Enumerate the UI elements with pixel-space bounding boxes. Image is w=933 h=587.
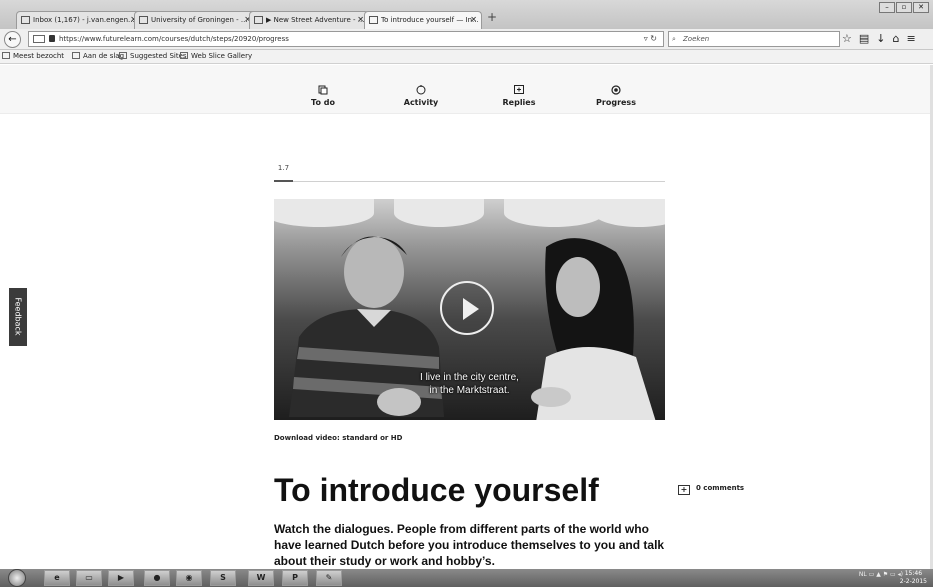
folder-icon — [2, 52, 10, 59]
tab-label: To introduce yourself — In... — [381, 16, 479, 24]
taskbar-clock[interactable]: 15:46 2-2-2015 — [900, 570, 927, 586]
subtitle-line: I live in the city centre, — [420, 372, 519, 383]
firefox-icon[interactable]: ● — [144, 570, 170, 586]
word-icon[interactable]: W — [248, 570, 274, 586]
tab-label: ▶ New Street Adventure - ... — [266, 16, 365, 24]
nav-item-replies[interactable]: Replies — [479, 85, 559, 107]
play-icon — [463, 298, 479, 320]
comments-link[interactable]: +0 comments — [678, 484, 744, 495]
site-identity-icon[interactable] — [33, 35, 45, 43]
start-button[interactable] — [8, 569, 26, 587]
clock-time: 15:46 — [904, 570, 923, 577]
address-bar[interactable]: https://www.futurelearn.com/courses/dutc… — [28, 31, 664, 47]
search-input[interactable]: ⌕ Zoeken — [668, 31, 840, 47]
nav-item-progress[interactable]: Progress — [576, 85, 656, 107]
skype-icon[interactable]: S — [210, 570, 236, 586]
media-player-icon[interactable]: ▶ — [108, 570, 134, 586]
window-close-icon[interactable]: ✕ — [913, 2, 929, 13]
toolbar-icons: ☆ ▤ ↓ ⌂ ≡ — [842, 32, 916, 45]
powerpoint-icon[interactable]: P — [282, 570, 308, 586]
tab-inbox[interactable]: Inbox (1,167) - j.van.engen... ✕ — [16, 11, 142, 29]
page-icon — [180, 52, 188, 59]
step-title: To introduce yourself — [274, 472, 599, 508]
todo-icon — [318, 85, 328, 95]
close-icon[interactable]: ✕ — [470, 12, 477, 28]
reading-list-icon[interactable]: ▤ — [859, 32, 869, 45]
tab-new-street-adventure[interactable]: ▶ New Street Adventure - ... ✕ — [249, 11, 369, 29]
video-subtitles: I live in the city centre, in the Markts… — [274, 371, 665, 397]
minimize-icon[interactable]: – — [879, 2, 895, 13]
play-button[interactable] — [440, 281, 494, 335]
search-icon: ⌕ — [672, 35, 676, 43]
subtitle-line: in the Marktstraat. — [429, 385, 510, 396]
tab-to-introduce-yourself[interactable]: To introduce yourself — In... ✕ — [364, 11, 482, 29]
bookmark-star-icon[interactable]: ☆ — [842, 32, 852, 45]
feedback-button[interactable]: Feedback — [9, 288, 27, 346]
bookmark-web-slice-gallery[interactable]: Web Slice Gallery — [180, 50, 252, 63]
video-background-umbrella — [504, 199, 604, 227]
step-progress-line — [274, 180, 665, 182]
window-controls: – ▫ ✕ — [878, 2, 929, 13]
tab-university[interactable]: University of Groningen - ... ✕ — [134, 11, 256, 29]
video-player[interactable]: I live in the city centre, in the Markts… — [274, 199, 665, 420]
nav-item-activity[interactable]: Activity — [381, 85, 461, 107]
system-tray[interactable]: NL ▭ ▲ ⚑ ▭ ◂) — [859, 571, 903, 578]
step-description: Watch the dialogues. People from differe… — [274, 522, 665, 568]
back-button[interactable]: ← — [4, 31, 21, 48]
file-explorer-icon[interactable]: ▭ — [76, 570, 102, 586]
lock-icon — [49, 35, 55, 42]
clock-date: 2-2-2015 — [899, 578, 927, 585]
language-indicator[interactable]: NL — [859, 571, 867, 578]
reload-icon[interactable]: ▿ ↻ — [644, 32, 657, 46]
tab-label: Inbox (1,167) - j.van.engen... — [33, 16, 135, 24]
futurelearn-icon — [369, 16, 378, 24]
comments-count: 0 comments — [696, 484, 745, 492]
bookmark-aan-de-slag[interactable]: Aan de slag — [72, 50, 124, 63]
paint-icon[interactable]: ✎ — [316, 570, 342, 586]
bookmark-meest-bezocht[interactable]: Meest bezocht — [2, 50, 64, 63]
windows-taskbar: e ▭ ▶ ● ◉ S W P ✎ NL ▭ ▲ ⚑ ▭ ◂) 15:46 2-… — [0, 569, 933, 587]
activity-icon — [416, 85, 426, 95]
gmail-icon — [21, 16, 30, 24]
step-active-indicator — [274, 180, 293, 182]
browser-tab-bar: Inbox (1,167) - j.van.engen... ✕ Univers… — [0, 0, 933, 29]
home-icon[interactable]: ⌂ — [893, 32, 900, 45]
step-number[interactable]: 1.7 — [274, 157, 293, 179]
replies-icon — [514, 85, 524, 94]
bookmark-suggested-sites[interactable]: Suggested Sites — [119, 50, 187, 63]
nav-item-to-do[interactable]: To do — [283, 85, 363, 107]
comment-icon: + — [678, 485, 690, 495]
maximize-icon[interactable]: ▫ — [896, 2, 912, 13]
download-icon[interactable]: ↓ — [876, 32, 885, 45]
download-video-link[interactable]: Download video: standard or HD — [274, 434, 402, 442]
new-tab-button[interactable]: + — [487, 10, 497, 24]
menu-icon[interactable]: ≡ — [906, 32, 915, 45]
feedback-label: Feedback — [13, 297, 23, 336]
video-icon — [254, 16, 263, 24]
tab-label: University of Groningen - ... — [151, 16, 248, 24]
search-placeholder: Zoeken — [683, 35, 710, 43]
internet-explorer-icon[interactable]: e — [44, 570, 70, 586]
bookmarks-bar: Meest bezocht Aan de slag Suggested Site… — [0, 50, 933, 64]
progress-icon — [611, 85, 621, 95]
page-icon — [119, 52, 127, 59]
page-icon — [72, 52, 80, 59]
course-nav: To do Activity Replies Progress — [0, 65, 933, 114]
url-text[interactable]: https://www.futurelearn.com/courses/dutc… — [59, 35, 289, 43]
chrome-icon[interactable]: ◉ — [176, 570, 202, 586]
navigation-bar: ← https://www.futurelearn.com/courses/du… — [0, 29, 933, 50]
close-icon[interactable]: ✕ — [357, 12, 364, 28]
university-icon — [139, 16, 148, 24]
